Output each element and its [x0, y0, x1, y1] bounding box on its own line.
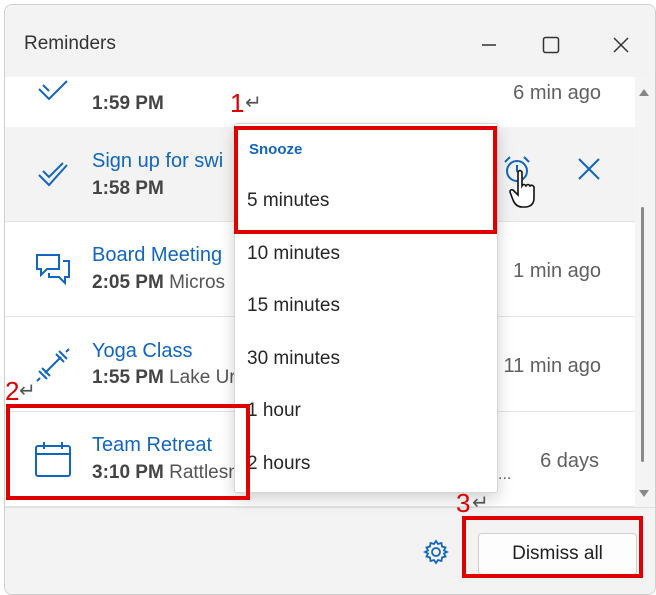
- annotation-box-2: [6, 404, 250, 500]
- reminder-ago: 1 min ago: [513, 260, 601, 282]
- reminder-subject[interactable]: Board Meeting: [92, 244, 222, 267]
- window-title: Reminders: [24, 33, 116, 54]
- reminder-time: 2:05 PM: [92, 272, 164, 293]
- scroll-down-icon[interactable]: [639, 490, 649, 497]
- return-glyph-3: ↵: [472, 490, 489, 514]
- minimize-icon: [482, 44, 496, 46]
- scroll-thumb[interactable]: [641, 207, 644, 462]
- annotation-box-3: [462, 516, 643, 578]
- reminder-subject[interactable]: Sign up for swi: [92, 150, 223, 173]
- reminder-time: 1:59 PM: [92, 93, 164, 114]
- reminder-time: 1:55 PM: [92, 367, 164, 388]
- reminder-ago: 6 days: [540, 450, 599, 472]
- reminder-ago: 11 min ago: [503, 355, 601, 377]
- dumbbell-icon: [33, 345, 73, 385]
- reminder-location: Micros: [169, 272, 226, 293]
- title-bar: Reminders: [5, 5, 655, 77]
- checkmark-icon: [33, 153, 73, 193]
- annotation-number-3: 3: [456, 488, 471, 518]
- annotation-box-1: [234, 126, 497, 234]
- return-glyph-2: ↵: [19, 378, 36, 402]
- minimize-button[interactable]: [466, 25, 512, 65]
- chat-bubbles-icon: [33, 249, 73, 289]
- reminder-time: 1:58 PM: [92, 178, 164, 199]
- snooze-option[interactable]: 1 hour: [247, 400, 301, 422]
- reminder-ago: 6 min ago: [513, 82, 601, 104]
- scroll-up-icon[interactable]: [639, 89, 649, 96]
- maximize-button[interactable]: [528, 25, 574, 65]
- annotation-number-2: 2: [5, 376, 20, 406]
- hand-cursor-icon: [508, 168, 542, 210]
- dismiss-reminder-icon[interactable]: [575, 155, 603, 183]
- snooze-option[interactable]: 10 minutes: [247, 243, 340, 265]
- reminder-ellipsis: ...: [498, 466, 512, 483]
- annotation-number-1: 1: [230, 88, 245, 118]
- snooze-option[interactable]: 30 minutes: [247, 348, 340, 370]
- checkmark-icon: [33, 77, 73, 111]
- reminder-location: Lake Ur: [169, 367, 236, 388]
- list-scrollbar[interactable]: [635, 77, 655, 507]
- close-icon: [613, 37, 629, 53]
- reminder-subject[interactable]: Yoga Class: [92, 340, 192, 363]
- close-window-button[interactable]: [598, 25, 644, 65]
- return-glyph-1: ↵: [245, 90, 262, 114]
- maximize-icon: [542, 36, 560, 54]
- snooze-option[interactable]: 2 hours: [247, 453, 310, 475]
- gear-icon[interactable]: [422, 539, 450, 565]
- snooze-option[interactable]: 15 minutes: [247, 295, 340, 317]
